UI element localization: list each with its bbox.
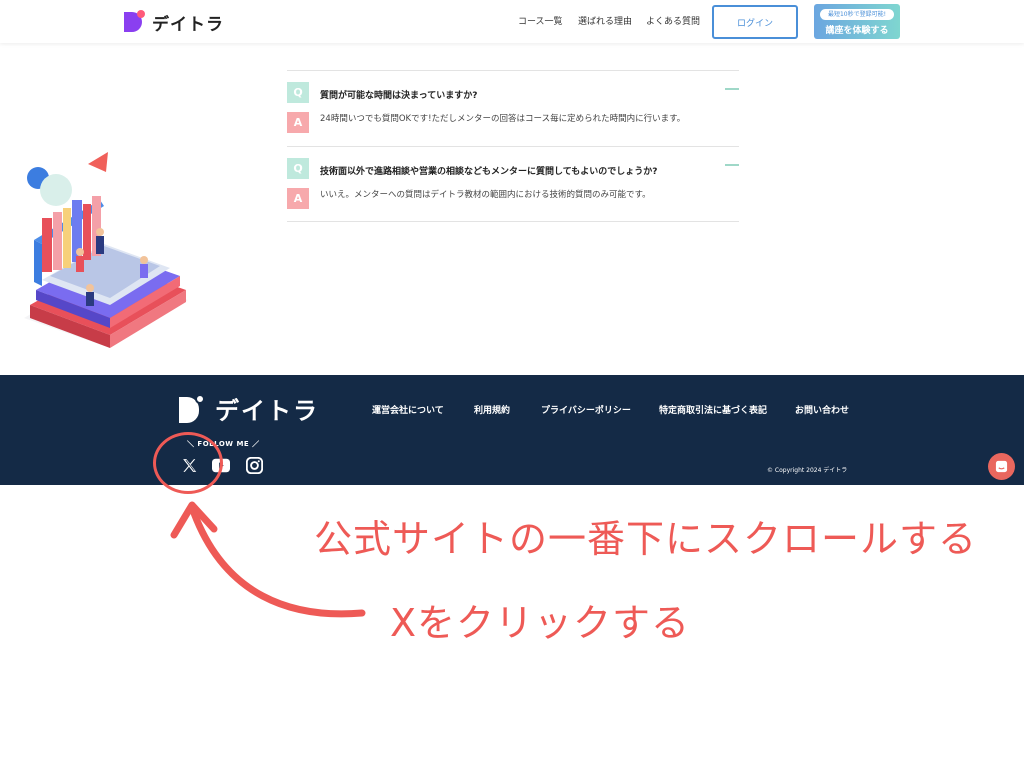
trial-label: 講座を体験する bbox=[825, 26, 889, 36]
question-text: 技術面以外で進路相談や営業の相談などもメンターに質問してもよいのでしょうか? bbox=[320, 167, 658, 177]
site-logo[interactable]: デイトラ bbox=[124, 9, 224, 35]
trial-button[interactable]: 最短10秒で登録可能! 講座を体験する bbox=[814, 4, 900, 39]
login-button[interactable]: ログイン bbox=[712, 5, 798, 39]
instagram-icon[interactable] bbox=[245, 456, 263, 474]
faq-divider bbox=[287, 146, 739, 147]
answer-badge: A bbox=[287, 112, 309, 133]
footer-link-contact[interactable]: お問い合わせ bbox=[795, 403, 849, 416]
faq-item-2[interactable]: Q 技術面以外で進路相談や営業の相談などもメンターに質問してもよいのでしょうか?… bbox=[287, 158, 739, 220]
trial-badge: 最短10秒で登録可能! bbox=[820, 9, 894, 20]
books-illustration bbox=[24, 152, 188, 348]
instruction-step-2: Xをクリックする bbox=[390, 601, 691, 645]
nav-courses[interactable]: コース一覧 bbox=[518, 14, 563, 27]
site-header: デイトラ コース一覧 選ばれる理由 よくある質問 ログイン 最短10秒で登録可能… bbox=[0, 0, 1024, 43]
highlight-circle bbox=[153, 432, 223, 494]
answer-text: いいえ。メンターへの質問はデイトラ教材の範囲内における技術的質問のみ可能です。 bbox=[320, 190, 651, 200]
nav-reasons[interactable]: 選ばれる理由 bbox=[578, 14, 632, 27]
footer-logo-mark-icon bbox=[179, 393, 205, 424]
login-label: ログイン bbox=[736, 18, 773, 29]
collapse-icon[interactable] bbox=[725, 164, 739, 166]
question-badge: Q bbox=[287, 82, 309, 103]
faq-divider bbox=[287, 221, 739, 222]
footer-link-terms[interactable]: 利用規約 bbox=[474, 403, 510, 416]
footer-logo-text: デイトラ bbox=[215, 397, 319, 425]
footer-link-privacy[interactable]: プライバシーポリシー bbox=[541, 403, 631, 416]
instruction-step-1: 公式サイトの一番下にスクロールする bbox=[314, 517, 978, 561]
question-text: 質問が可能な時間は決まっていますか? bbox=[320, 91, 478, 101]
answer-badge: A bbox=[287, 188, 309, 209]
faq-item-1[interactable]: Q 質問が可能な時間は決まっていますか? A 24時間いつでも質問OKです!ただ… bbox=[287, 82, 739, 144]
copyright-text: © Copyright 2024 デイトラ bbox=[767, 467, 848, 474]
faq-divider bbox=[287, 70, 739, 71]
nav-faq[interactable]: よくある質問 bbox=[646, 14, 700, 27]
answer-text: 24時間いつでも質問OKです!ただしメンターの回答はコース毎に定められた時間内に… bbox=[320, 114, 686, 124]
question-badge: Q bbox=[287, 158, 309, 179]
logo-text: デイトラ bbox=[152, 14, 224, 35]
collapse-icon[interactable] bbox=[725, 88, 739, 90]
footer-logo[interactable]: デイトラ bbox=[179, 391, 319, 426]
logo-mark-icon bbox=[124, 10, 146, 34]
chat-icon bbox=[995, 460, 1008, 473]
footer-link-commerce[interactable]: 特定商取引法に基づく表記 bbox=[659, 403, 767, 416]
chat-widget-button[interactable] bbox=[988, 453, 1015, 480]
footer-link-company[interactable]: 運営会社について bbox=[372, 403, 444, 416]
